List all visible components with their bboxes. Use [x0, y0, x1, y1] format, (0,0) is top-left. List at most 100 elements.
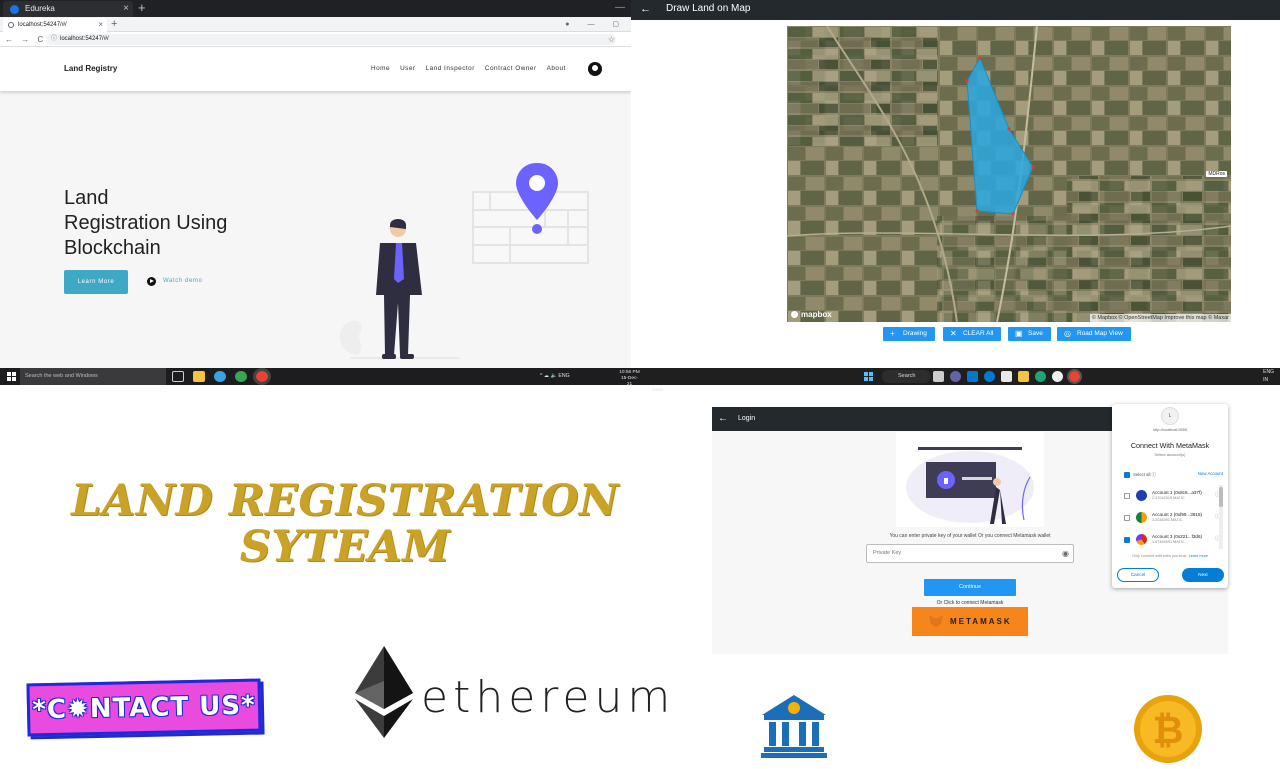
save-button[interactable]: ▣ Save	[1008, 327, 1051, 341]
clear-all-label: CLEAR All	[963, 330, 994, 337]
calendar-icon[interactable]	[1001, 371, 1012, 382]
system-tray[interactable]: ENG IN	[1263, 368, 1274, 384]
close-icon: ✕	[950, 329, 957, 338]
mapbox-logo[interactable]: mapbox	[791, 310, 832, 319]
account-row[interactable]: Account 2 (0xf99...3815) 3.2038391 MATIC…	[1124, 508, 1224, 528]
menu-home[interactable]: Home	[371, 47, 390, 91]
globe-icon	[8, 22, 14, 28]
popup-subheading: Select account(s)	[1154, 452, 1186, 457]
drawing-label: Drawing	[903, 330, 927, 337]
drawing-button[interactable]: + Drawing	[883, 327, 935, 341]
task-view-icon[interactable]	[172, 371, 184, 382]
plant-decoration	[339, 320, 362, 355]
select-all-checkbox[interactable]: Select all ⓘ	[1124, 472, 1156, 478]
hero-line: Registration Using	[64, 212, 228, 234]
taskbar-search-button[interactable]: Search	[882, 370, 930, 383]
learn-more-link[interactable]: Learn more	[1189, 554, 1208, 558]
inner-tab-strip: localhost:54247/#/ × + ● — ▢	[0, 17, 631, 32]
next-button[interactable]: Next	[1182, 568, 1224, 582]
file-explorer-icon[interactable]	[193, 371, 205, 382]
minimize-icon[interactable]: —	[615, 0, 625, 16]
taskbar-clock[interactable]: 10:56 PM 15-Dec-21	[619, 370, 640, 388]
account-row[interactable]: Account 1 (0x8c8...a37f) 2.37042019 MATI…	[1124, 486, 1224, 506]
new-tab-button[interactable]: +	[138, 0, 146, 16]
github-icon[interactable]	[588, 62, 602, 76]
private-key-input[interactable]: Private Key ◉	[866, 544, 1074, 563]
widgets-icon[interactable]	[933, 371, 944, 382]
back-arrow-icon[interactable]: ←	[718, 407, 728, 431]
menu-user[interactable]: User	[400, 47, 416, 91]
menu-land-inspector[interactable]: Land Inspector	[426, 47, 475, 91]
browser-window: Edureka × + — localhost:54247/#/ × + ● —…	[0, 0, 631, 368]
clock-date: 15-Dec-21	[620, 376, 639, 387]
login-header: ← Login	[712, 407, 1112, 431]
window-controls[interactable]: ● — ▢	[565, 17, 627, 32]
private-key-placeholder: Private Key	[873, 550, 902, 556]
info-icon: ⓘ	[1151, 472, 1156, 477]
road-map-view-label: Road Map View	[1077, 330, 1123, 337]
chrome-icon[interactable]	[1067, 369, 1082, 384]
teams-icon[interactable]	[950, 371, 961, 382]
watch-demo-label: Watch demo	[163, 278, 203, 284]
file-explorer-icon[interactable]	[1018, 371, 1029, 382]
trust-notice: Only connect with sites you trust. Learn…	[1112, 554, 1228, 558]
eye-icon[interactable]: ◉	[1062, 545, 1069, 562]
save-label: Save	[1028, 330, 1043, 337]
account-row[interactable]: Account 3 (0x221...f3d6) 1.67469091 MATI…	[1124, 530, 1224, 550]
metamask-button[interactable]: METAMASK	[912, 607, 1028, 636]
map-attribution[interactable]: © Mapbox © OpenStreetMap Improve this ma…	[1089, 314, 1231, 322]
new-account-link[interactable]: New Account	[1198, 471, 1223, 476]
search-label: Search	[898, 373, 916, 379]
site-brand[interactable]: Land Registry	[64, 47, 117, 91]
windows10-taskbar: Search the web and Windows ^ ☁ 🔈 ENG 10:…	[0, 368, 663, 393]
chrome-active-icon[interactable]	[253, 368, 271, 385]
accounts-scrollbar[interactable]	[1219, 485, 1223, 549]
svg-text:₿: ₿	[1153, 708, 1184, 752]
menu-contract-owner[interactable]: Contract Owner	[485, 47, 537, 91]
hero-line: Land	[64, 187, 109, 209]
info-icon[interactable]: ⓘ	[51, 34, 57, 45]
taskbar-search-box[interactable]: Search the web and Windows	[20, 368, 166, 385]
land-registration-title: LAND REGISTRATION SYTEAM	[0, 478, 690, 570]
metamask-label: METAMASK	[950, 617, 1012, 626]
edge-icon[interactable]	[214, 371, 226, 382]
satellite-map[interactable]: MDRos mapbox © Mapbox © OpenStreetMap Im…	[787, 26, 1231, 322]
tab-localhost[interactable]: localhost:54247/#/ ×	[3, 18, 107, 32]
github-desktop-icon[interactable]	[1052, 371, 1063, 382]
select-all-label: Select all	[1133, 472, 1151, 477]
nav-buttons[interactable]: ← → C	[5, 32, 46, 47]
clear-all-button[interactable]: ✕ CLEAR All	[943, 327, 1002, 341]
continue-button[interactable]: Continue	[924, 579, 1016, 596]
cancel-button[interactable]: Cancel	[1117, 568, 1159, 582]
account-checkbox[interactable]	[1124, 515, 1130, 521]
ethereum-logo-icon	[355, 646, 413, 738]
back-arrow-icon[interactable]: ←	[640, 0, 651, 18]
address-bar[interactable]: ⓘ localhost:54247/#/	[46, 34, 616, 45]
satellite-imagery	[787, 26, 1231, 322]
close-tab-icon[interactable]: ×	[123, 1, 129, 17]
road-map-view-button[interactable]: ◎ Road Map View	[1057, 327, 1131, 341]
help-icon[interactable]	[984, 371, 995, 382]
close-tab-icon[interactable]: ×	[98, 18, 103, 32]
new-tab-button[interactable]: +	[111, 17, 117, 31]
contact-us-label: *C✹NTACT US*	[32, 690, 256, 726]
system-tray[interactable]: ^ ☁ 🔈 ENG	[540, 368, 570, 385]
windows-start-icon[interactable]	[864, 372, 873, 381]
menu-about[interactable]: About	[547, 47, 566, 91]
edge-icon[interactable]	[1035, 371, 1046, 382]
play-icon	[147, 277, 156, 286]
tab-title: Edureka	[25, 4, 55, 13]
account-checkbox[interactable]	[1124, 537, 1130, 543]
account-checkbox[interactable]	[1124, 493, 1130, 499]
bookmark-star-icon[interactable]: ☆	[608, 32, 615, 47]
account-name: Account 1 (0x8c8...a37f)	[1152, 490, 1202, 495]
popup-heading: Connect With MetaMask	[1130, 441, 1210, 450]
windows-start-icon[interactable]	[7, 372, 16, 381]
chrome-icon[interactable]	[235, 371, 247, 382]
vscode-icon[interactable]	[967, 371, 978, 382]
watch-demo-link[interactable]: Watch demo	[147, 277, 202, 286]
account-name: Account 2 (0xf99...3815)	[1152, 512, 1203, 517]
learn-more-button[interactable]: Learn More	[64, 270, 128, 294]
tab-edureka[interactable]: Edureka ×	[3, 1, 133, 17]
contact-us-badge[interactable]: *C✹NTACT US*	[26, 678, 262, 737]
